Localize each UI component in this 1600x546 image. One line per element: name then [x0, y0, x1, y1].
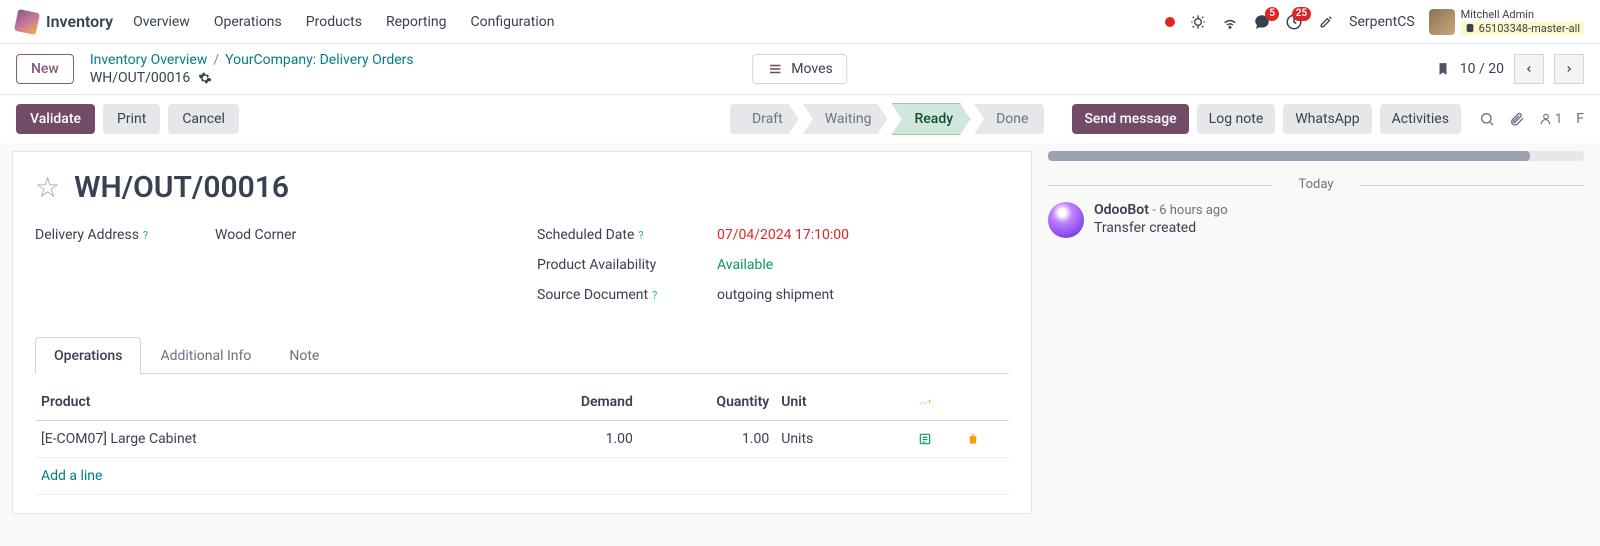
pager-prev-button[interactable] [1514, 54, 1544, 84]
details-icon[interactable] [912, 421, 961, 458]
date-separator: Today [1048, 177, 1584, 192]
validate-button[interactable]: Validate [16, 104, 95, 134]
tools-icon[interactable] [1317, 13, 1335, 31]
user-avatar [1429, 9, 1455, 35]
pager-next-button[interactable] [1554, 54, 1584, 84]
status-draft[interactable]: Draft [730, 104, 799, 134]
top-nav: Inventory Overview Operations Products R… [0, 0, 1600, 44]
table-row[interactable]: [E-COM07] Large Cabinet 1.00 1.00 Units [35, 421, 1009, 458]
message-author[interactable]: OdooBot [1094, 202, 1149, 218]
nav-configuration[interactable]: Configuration [471, 14, 555, 30]
breadcrumb-current: WH/OUT/00016 [90, 70, 190, 86]
scheduled-date-value[interactable]: 07/04/2024 17:10:00 [717, 227, 849, 243]
delivery-address-label: Delivery Address? [35, 227, 215, 243]
tab-operations[interactable]: Operations [35, 337, 141, 374]
messages-badge: 5 [1265, 7, 1279, 21]
source-document-value[interactable]: outgoing shipment [717, 287, 834, 303]
cancel-button[interactable]: Cancel [168, 104, 239, 134]
nav-overview[interactable]: Overview [133, 14, 190, 30]
pager-text[interactable]: 10 / 20 [1460, 61, 1504, 77]
bookmark-icon[interactable] [1436, 60, 1450, 78]
message-text: Transfer created [1094, 220, 1228, 236]
availability-label: Product Availability [537, 257, 717, 273]
chatter-panel: Today OdooBot - 6 hours ago Transfer cre… [1032, 143, 1600, 514]
app-logo[interactable] [14, 8, 40, 34]
odoobot-avatar-icon [1048, 202, 1084, 238]
bug-icon[interactable] [1189, 13, 1207, 31]
delete-icon[interactable] [960, 421, 1009, 458]
source-document-label: Source Document? [537, 287, 717, 303]
activities-badge: 25 [1292, 7, 1311, 21]
gear-icon[interactable] [198, 71, 212, 85]
app-name[interactable]: Inventory [46, 12, 113, 31]
form-sheet: ☆ WH/OUT/00016 Delivery Address? Wood Co… [12, 151, 1032, 514]
follower-count: 1 [1555, 112, 1562, 127]
scheduled-date-label: Scheduled Date? [537, 227, 717, 243]
delivery-address-value[interactable]: Wood Corner [215, 227, 296, 243]
breadcrumb-inventory-overview[interactable]: Inventory Overview [90, 52, 208, 68]
favorite-star-icon[interactable]: ☆ [35, 171, 60, 204]
col-demand[interactable]: Demand [503, 384, 639, 421]
activities-icon[interactable]: 25 [1285, 13, 1303, 31]
availability-value: Available [717, 257, 773, 273]
nav-reporting[interactable]: Reporting [386, 14, 447, 30]
chatter-message: OdooBot - 6 hours ago Transfer created [1048, 202, 1584, 238]
company-name[interactable]: SerpentCS [1349, 14, 1415, 30]
nav-operations[interactable]: Operations [214, 14, 282, 30]
scrollbar-thumb[interactable] [1048, 151, 1530, 161]
breadcrumb-row: New Inventory Overview / YourCompany: De… [0, 44, 1600, 94]
breadcrumb-separator: / [213, 52, 219, 68]
send-message-tab[interactable]: Send message [1072, 104, 1188, 134]
tab-additional-info[interactable]: Additional Info [141, 337, 270, 374]
operations-table: Product Demand Quantity Unit [E-COM07] L… [35, 384, 1009, 495]
col-product[interactable]: Product [35, 384, 503, 421]
search-icon[interactable] [1479, 111, 1495, 127]
cell-product[interactable]: [E-COM07] Large Cabinet [35, 421, 503, 458]
help-icon[interactable]: ? [652, 289, 657, 302]
notebook-tabs: Operations Additional Info Note [35, 337, 1009, 374]
tab-note[interactable]: Note [270, 337, 338, 374]
status-ready[interactable]: Ready [892, 103, 971, 135]
print-button[interactable]: Print [103, 104, 160, 134]
help-icon[interactable]: ? [638, 229, 643, 242]
user-menu[interactable]: Mitchell Admin 65103348-master-all [1429, 8, 1584, 34]
status-done[interactable]: Done [974, 104, 1044, 134]
user-name: Mitchell Admin [1461, 8, 1584, 21]
whatsapp-tab[interactable]: WhatsApp [1283, 104, 1371, 134]
moves-label: Moves [791, 61, 832, 77]
database-name: 65103348-master-all [1461, 22, 1584, 35]
message-time: - 6 hours ago [1152, 203, 1227, 218]
log-note-tab[interactable]: Log note [1197, 104, 1276, 134]
new-button[interactable]: New [16, 54, 74, 84]
status-waiting[interactable]: Waiting [803, 104, 888, 134]
cell-demand[interactable]: 1.00 [503, 421, 639, 458]
nav-products[interactable]: Products [306, 14, 362, 30]
recording-dot-icon [1165, 17, 1175, 27]
status-bar: Draft Waiting Ready Done [730, 103, 1048, 135]
followers-button[interactable]: 1 [1539, 112, 1562, 127]
col-forecast-icon [912, 384, 961, 421]
col-quantity[interactable]: Quantity [639, 384, 775, 421]
record-title: WH/OUT/00016 [74, 170, 289, 205]
activities-tab[interactable]: Activities [1380, 104, 1461, 134]
moves-button[interactable]: Moves [752, 54, 847, 84]
cell-unit[interactable]: Units [775, 421, 911, 458]
action-bar: Validate Print Cancel Draft Waiting Read… [0, 94, 1600, 143]
wifi-icon[interactable] [1221, 13, 1239, 31]
add-line-link[interactable]: Add a line [35, 458, 1009, 495]
horizontal-scrollbar[interactable] [1048, 151, 1584, 161]
breadcrumb-delivery-orders[interactable]: YourCompany: Delivery Orders [225, 52, 414, 68]
col-unit[interactable]: Unit [775, 384, 911, 421]
chatter-overflow[interactable]: F [1576, 111, 1584, 127]
attachment-icon[interactable] [1509, 111, 1525, 127]
help-icon[interactable]: ? [143, 229, 148, 242]
messages-icon[interactable]: 5 [1253, 13, 1271, 31]
cell-quantity[interactable]: 1.00 [639, 421, 775, 458]
